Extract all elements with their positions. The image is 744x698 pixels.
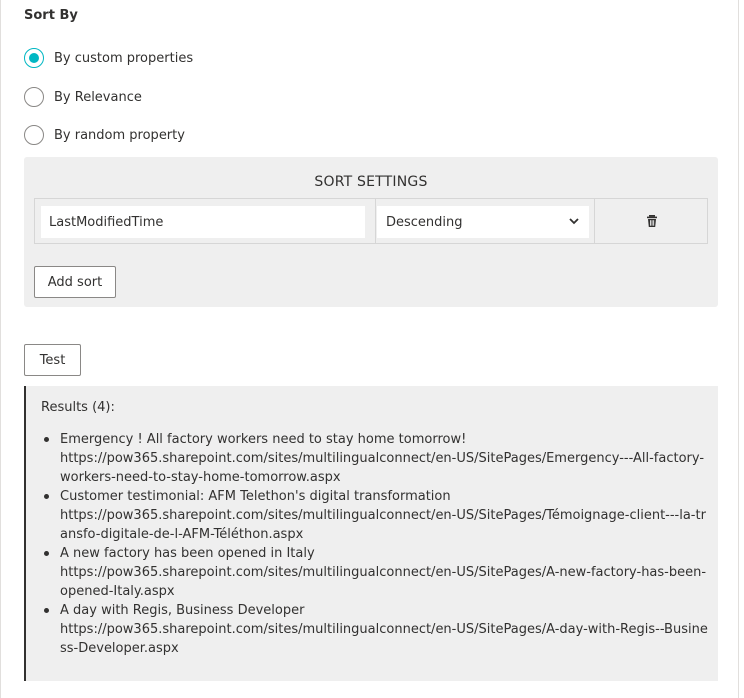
radio-relevance[interactable]: By Relevance xyxy=(24,86,142,108)
result-url[interactable]: https://pow365.sharepoint.com/sites/mult… xyxy=(60,506,710,544)
bullet-icon xyxy=(44,608,49,613)
sort-order-select[interactable]: Descending xyxy=(377,206,589,238)
right-border xyxy=(738,0,739,698)
result-url[interactable]: https://pow365.sharepoint.com/sites/mult… xyxy=(60,563,710,601)
result-title: Emergency ! All factory workers need to … xyxy=(60,432,467,447)
sort-field-input[interactable] xyxy=(41,206,365,238)
chevron-down-icon xyxy=(569,218,579,225)
sort-settings-panel: SORT SETTINGS Descending Add sort xyxy=(24,157,718,307)
radio-custom-properties[interactable]: By custom properties xyxy=(24,47,193,69)
result-item: A day with Regis, Business Developer htt… xyxy=(44,601,710,658)
sort-order-value: Descending xyxy=(386,214,463,230)
result-url[interactable]: https://pow365.sharepoint.com/sites/mult… xyxy=(60,449,710,487)
bullet-icon xyxy=(44,551,49,556)
add-sort-button[interactable]: Add sort xyxy=(34,266,116,298)
cell-divider xyxy=(594,199,595,243)
result-item: Emergency ! All factory workers need to … xyxy=(44,430,710,487)
radio-unchecked-icon[interactable] xyxy=(24,125,44,145)
radio-unchecked-icon[interactable] xyxy=(24,87,44,107)
radio-label: By Relevance xyxy=(54,89,142,105)
radio-label: By random property xyxy=(54,127,185,143)
cell-divider xyxy=(375,199,376,243)
result-title: A day with Regis, Business Developer xyxy=(60,603,305,618)
bullet-icon xyxy=(44,437,49,442)
radio-label: By custom properties xyxy=(54,50,194,66)
left-border xyxy=(0,0,1,698)
sort-row: Descending xyxy=(34,198,708,244)
results-panel: Results (4): Emergency ! All factory wor… xyxy=(24,386,718,681)
trash-icon[interactable] xyxy=(645,214,659,228)
sort-settings-title: SORT SETTINGS xyxy=(314,174,428,190)
radio-checked-icon[interactable] xyxy=(24,48,44,68)
radio-random-property[interactable]: By random property xyxy=(24,124,185,146)
test-button[interactable]: Test xyxy=(24,344,81,376)
results-header: Results (4): xyxy=(41,400,115,415)
bullet-icon xyxy=(44,494,49,499)
sort-by-title: Sort By xyxy=(24,8,78,23)
result-title: A new factory has been opened in Italy xyxy=(60,546,315,561)
result-url[interactable]: https://pow365.sharepoint.com/sites/mult… xyxy=(60,620,710,658)
result-item: A new factory has been opened in Italy h… xyxy=(44,544,710,601)
result-title: Customer testimonial: AFM Telethon's dig… xyxy=(60,489,451,504)
results-list: Emergency ! All factory workers need to … xyxy=(44,430,710,658)
result-item: Customer testimonial: AFM Telethon's dig… xyxy=(44,487,710,544)
